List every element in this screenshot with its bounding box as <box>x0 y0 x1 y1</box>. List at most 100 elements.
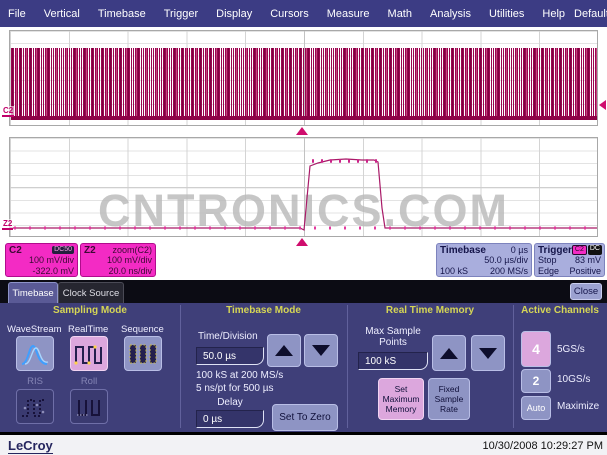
z2-descriptor-box[interactable]: Z2 zoom(C2) 100 mV/div 20.0 ns/div <box>80 243 156 277</box>
down-arrow-icon <box>479 348 497 359</box>
trigger-level: 83 mV <box>575 255 601 266</box>
c2-offset: -322.0 mV <box>32 266 74 277</box>
menu-math[interactable]: Math <box>379 8 421 20</box>
set-maximum-memory-button[interactable]: Set Maximum Memory <box>378 378 424 420</box>
timebase-title: Timebase <box>440 245 486 256</box>
sequence-icon <box>128 341 158 367</box>
menu-bar: File Vertical Timebase Trigger Display C… <box>0 0 607 27</box>
trigger-level-arrow-icon[interactable] <box>599 100 606 110</box>
main-grid <box>9 30 598 126</box>
memory-up-button[interactable] <box>432 335 466 371</box>
menu-analysis[interactable]: Analysis <box>421 8 480 20</box>
time-division-field[interactable]: 50.0 µs <box>196 347 264 365</box>
datetime: 10/30/2008 10:29:27 PM <box>483 440 603 452</box>
ris-button[interactable] <box>16 389 54 424</box>
ris-icon <box>20 394 50 420</box>
tab-timebase[interactable]: Timebase <box>8 282 58 303</box>
fixed-sample-rate-button[interactable]: Fixed Sample Rate <box>428 378 470 420</box>
down-arrow-icon <box>312 345 330 356</box>
c2-scale: 100 mV/div <box>29 255 74 266</box>
c2-id: C2 <box>9 245 22 256</box>
sampling-mode-header: Sampling Mode <box>0 305 180 316</box>
wavestream-button[interactable] <box>16 336 54 371</box>
delay-field[interactable]: 0 µs <box>196 410 264 428</box>
menu-measure[interactable]: Measure <box>318 8 379 20</box>
c2-descriptor-box[interactable]: C2 DC50 100 mV/div -322.0 mV <box>5 243 78 277</box>
ris-label: RIS <box>16 376 54 387</box>
roll-label: Roll <box>70 376 108 387</box>
channels-2-button[interactable]: 2 <box>521 369 551 393</box>
active-channels-header: Active Channels <box>513 305 607 316</box>
menu-utilities[interactable]: Utilities <box>480 8 533 20</box>
rate-10gs-label: 10GS/s <box>557 374 590 385</box>
time-division-up-button[interactable] <box>267 334 301 367</box>
memory-down-button[interactable] <box>471 335 505 371</box>
c2-baseline <box>11 116 597 120</box>
close-button[interactable]: Close <box>570 283 602 300</box>
lecroy-logo: LeCroy <box>8 438 53 454</box>
trigger-coupling-badge: DC <box>588 245 602 255</box>
maximize-label: Maximize <box>557 401 599 412</box>
roll-icon <box>74 394 104 420</box>
menu-timebase[interactable]: Timebase <box>89 8 155 20</box>
sequence-button[interactable] <box>124 336 162 371</box>
z2-pulse-trace <box>10 138 597 236</box>
time-division-down-button[interactable] <box>304 334 338 367</box>
timebase-rate: 200 MS/s <box>490 266 528 277</box>
menu-vertical[interactable]: Vertical <box>35 8 89 20</box>
max-sample-points-field[interactable]: 100 kS <box>358 352 428 370</box>
c2-trace-label: C2 <box>2 106 14 117</box>
realtime-icon <box>74 341 104 367</box>
real-time-memory-header: Real Time Memory <box>347 305 513 316</box>
trigger-type: Edge <box>538 266 559 277</box>
channels-4-button[interactable]: 4 <box>521 331 551 367</box>
zoom-grid <box>9 137 598 237</box>
sample-info-line1: 100 kS at 200 MS/s <box>196 370 283 381</box>
menu-trigger[interactable]: Trigger <box>155 8 207 20</box>
trigger-mode: Stop <box>538 255 557 266</box>
trigger-descriptor-box[interactable]: Trigger C2 DC Stop 83 mV Edge Positive <box>534 243 605 277</box>
timebase-mode-header: Timebase Mode <box>180 305 347 316</box>
trigger-slope: Positive <box>569 266 601 277</box>
delay-label: Delay <box>196 397 264 408</box>
sequence-label: Sequence <box>121 324 164 335</box>
realtime-label: RealTime <box>68 324 108 335</box>
timebase-dialog: Timebase Clock Source Close Sampling Mod… <box>0 280 607 433</box>
timebase-delay: 0 µs <box>511 245 528 256</box>
timebase-scale: 50.0 µs/div <box>484 255 528 266</box>
oscilloscope-screen: File Vertical Timebase Trigger Display C… <box>0 0 607 455</box>
z2-source: zoom(C2) <box>112 245 152 256</box>
timebase-descriptor-box[interactable]: Timebase 0 µs 50.0 µs/div 100 kS 200 MS/… <box>436 243 532 277</box>
up-arrow-icon <box>440 348 458 359</box>
z2-id: Z2 <box>84 245 96 256</box>
section-divider <box>180 305 181 428</box>
status-bar: LeCroy 10/30/2008 10:29:27 PM <box>0 433 607 455</box>
rate-5gs-label: 5GS/s <box>557 344 585 355</box>
zoom-position-marker-icon[interactable] <box>296 238 308 246</box>
sample-info-line2: 5 ns/pt for 500 µs <box>196 383 273 394</box>
roll-button[interactable] <box>70 389 108 424</box>
tab-clock-source[interactable]: Clock Source <box>58 282 124 303</box>
wavestream-icon <box>20 341 50 367</box>
c2-coupling-badge: DC50 <box>52 246 74 254</box>
dialog-tab-row: Timebase Clock Source Close <box>0 280 607 303</box>
max-sample-points-label: Max Sample Points <box>357 326 429 348</box>
menu-cursors[interactable]: Cursors <box>261 8 318 20</box>
trigger-source-badge: C2 <box>572 245 587 255</box>
realtime-button[interactable] <box>70 336 108 371</box>
section-divider <box>513 305 514 428</box>
menu-file[interactable]: File <box>5 8 35 20</box>
c2-burst-trace <box>11 48 597 117</box>
set-to-zero-button[interactable]: Set To Zero <box>272 404 338 431</box>
z2-timebase: 20.0 ns/div <box>108 266 152 277</box>
menu-help[interactable]: Help <box>533 8 574 20</box>
timebase-samples: 100 kS <box>440 266 468 277</box>
menu-display[interactable]: Display <box>207 8 261 20</box>
default-label: Default: <box>574 8 607 20</box>
time-division-label: Time/Division <box>198 331 258 342</box>
trigger-title: Trigger <box>538 245 572 256</box>
z2-scale: 100 mV/div <box>107 255 152 266</box>
section-divider <box>347 305 348 428</box>
trigger-time-marker-icon[interactable] <box>296 127 308 135</box>
channels-auto-button[interactable]: Auto <box>521 396 551 420</box>
